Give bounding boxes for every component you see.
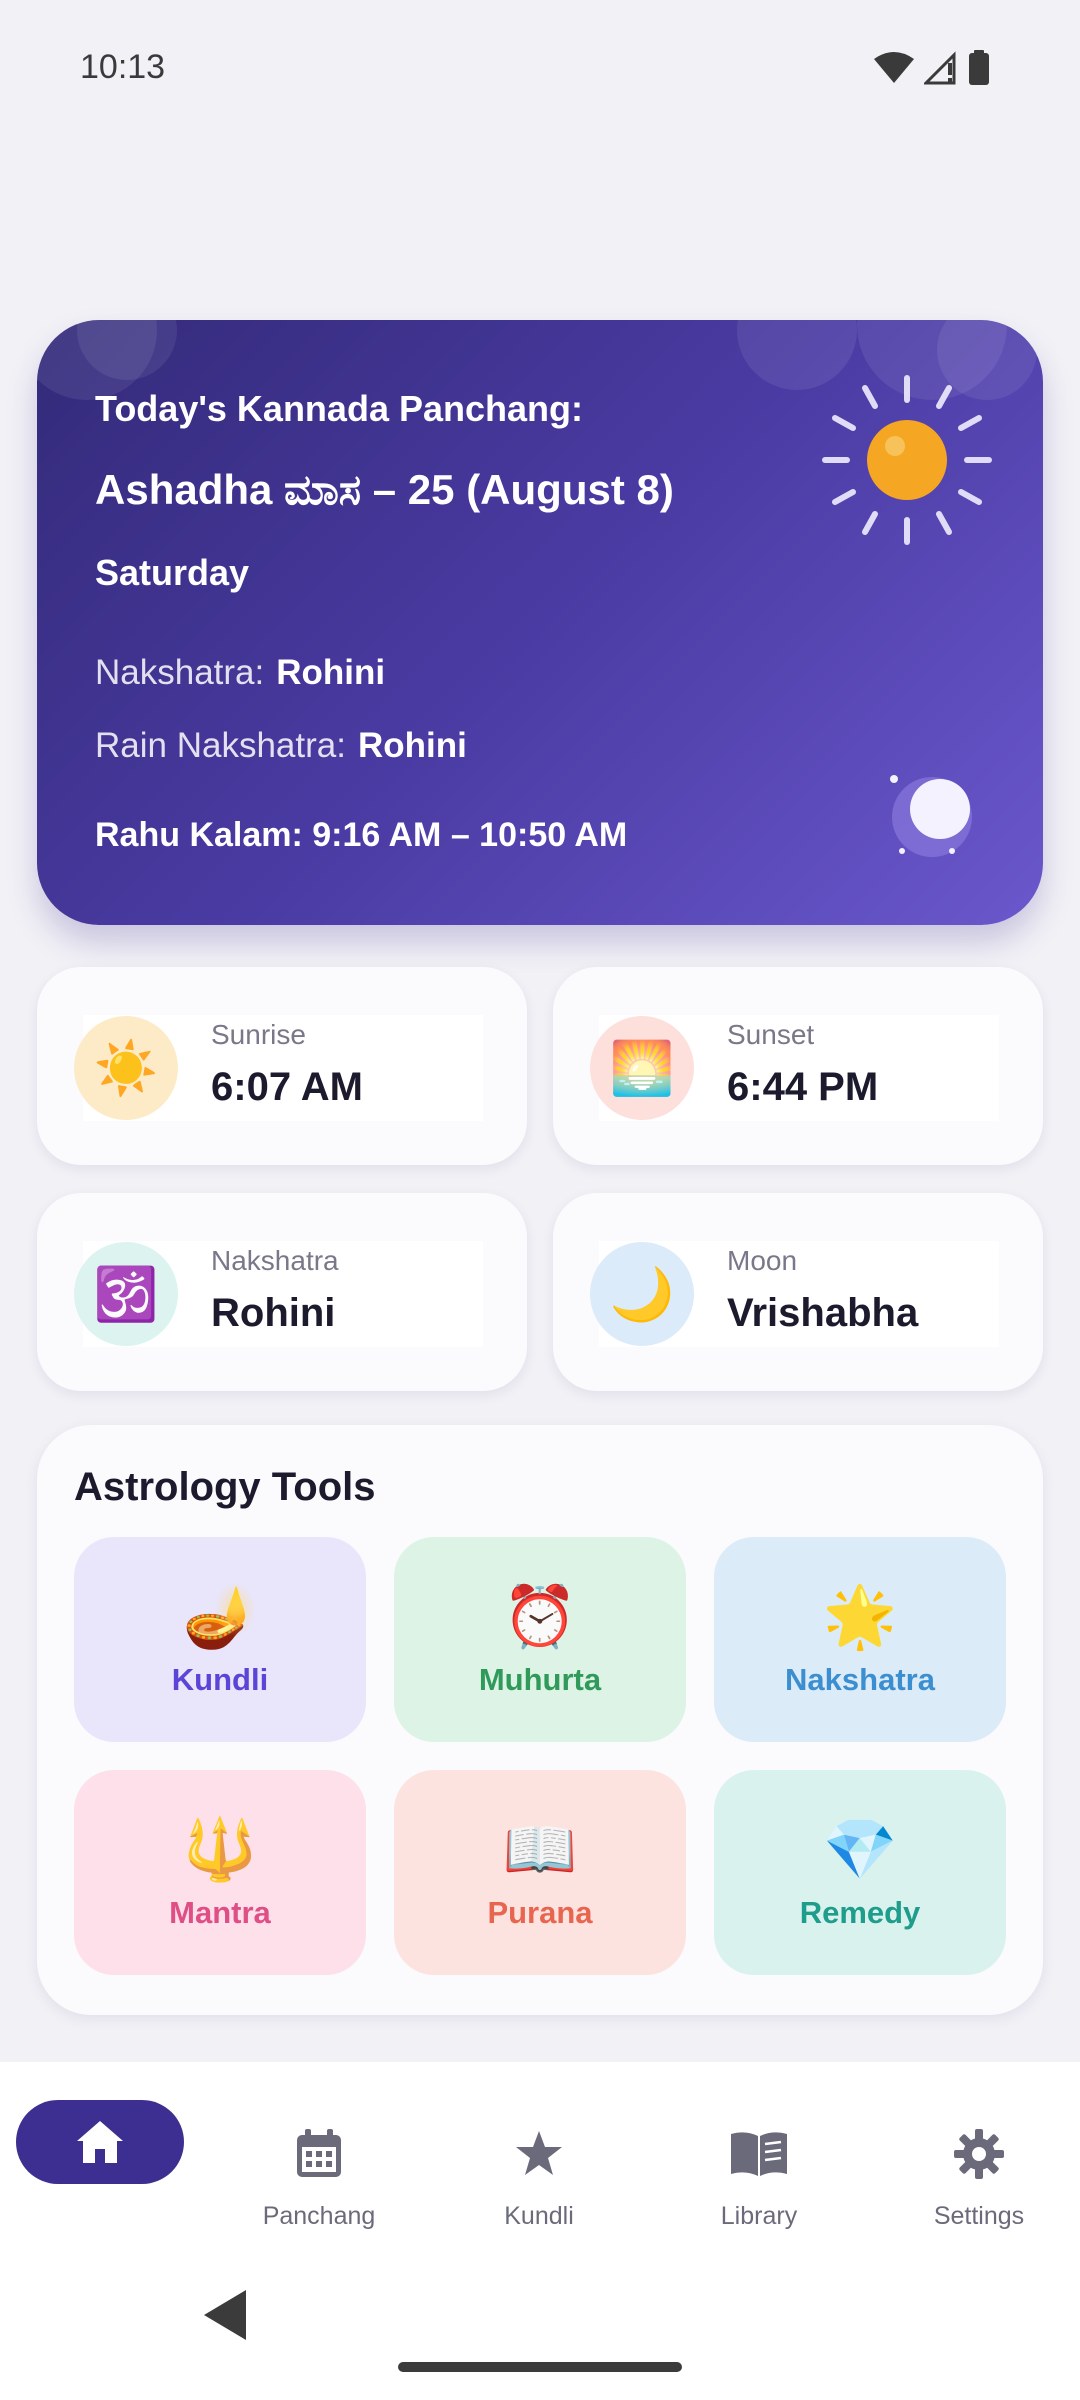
status-icons — [874, 49, 990, 86]
panchang-date-title: Ashadha ಮಾಸ – 25 (August 8) — [95, 466, 674, 513]
nakshatra-card-value: Rohini — [211, 1291, 336, 1335]
gem-icon: 💎 — [822, 1815, 898, 1883]
nav-kundli[interactable]: Kundli — [449, 2120, 629, 2260]
nav-library[interactable]: Library — [669, 2120, 849, 2260]
nakshatra-label: Nakshatra: — [95, 653, 265, 692]
nav-home[interactable] — [16, 2100, 184, 2184]
book-icon — [731, 2132, 787, 2176]
moon-value: Vrishabha — [727, 1291, 919, 1335]
tool-kundli-label: Kundli — [171, 1661, 269, 1697]
open-book-icon: 📖 — [502, 1815, 578, 1883]
nav-settings-label: Settings — [933, 2202, 1025, 2230]
sun-icon: ☀️ — [74, 1016, 178, 1120]
rain-nakshatra-label: Rain Nakshatra: — [95, 726, 346, 765]
sun-illustration-icon — [822, 375, 992, 545]
moon-illustration-icon — [890, 775, 972, 857]
crescent-moon-icon: 🌙 — [590, 1242, 694, 1346]
nakshatra-card[interactable]: 🕉️ Nakshatra Rohini — [37, 1193, 527, 1391]
tool-nakshatra[interactable]: 🌟 Nakshatra — [714, 1537, 1006, 1742]
calendar-icon — [297, 2129, 341, 2177]
astrology-tools-card: Astrology Tools 🪔 Kundli ⏰ Muhurta 🌟 Nak… — [37, 1425, 1043, 2015]
tool-kundli[interactable]: 🪔 Kundli — [74, 1537, 366, 1742]
nav-settings[interactable]: Settings — [889, 2120, 1069, 2260]
tool-purana[interactable]: 📖 Purana — [394, 1770, 686, 1975]
sunrise-label: Sunrise — [211, 1019, 306, 1050]
nakshatra-value: Rohini — [276, 653, 386, 692]
nav-library-label: Library — [720, 2202, 798, 2230]
status-time: 10:13 — [80, 48, 166, 86]
alarm-clock-icon: ⏰ — [502, 1582, 578, 1650]
sunrise-card[interactable]: ☀️ Sunrise 6:07 AM — [37, 967, 527, 1165]
status-bar: 10:13 — [0, 0, 1080, 135]
tool-purana-label: Purana — [487, 1894, 593, 1930]
bottom-navigation: Panchang Kundli Library Settings — [0, 2062, 1080, 2400]
rahu-kalam: Rahu Kalam: 9:16 AM – 10:50 AM — [95, 816, 628, 854]
nav-kundli-label: Kundli — [504, 2202, 574, 2230]
sunrise-value: 6:07 AM — [211, 1065, 363, 1109]
nav-panchang-label: Panchang — [262, 2202, 376, 2230]
battery-icon — [969, 49, 989, 85]
weekday: Saturday — [95, 552, 250, 593]
trident-icon: 🔱 — [182, 1815, 258, 1883]
tool-mantra-label: Mantra — [169, 1894, 271, 1930]
sunset-icon: 🌅 — [590, 1016, 694, 1120]
panchang-hero-card[interactable]: Today's Kannada Panchang: Ashadha ಮಾಸ – … — [37, 320, 1043, 925]
astrology-tools-title: Astrology Tools — [74, 1465, 376, 1509]
panchang-heading: Today's Kannada Panchang: — [95, 388, 583, 429]
om-icon: 🕉️ — [74, 1242, 178, 1346]
sunset-label: Sunset — [727, 1019, 815, 1050]
cell-signal-icon — [924, 50, 956, 84]
sunset-card[interactable]: 🌅 Sunset 6:44 PM — [553, 967, 1043, 1165]
tool-nakshatra-label: Nakshatra — [785, 1661, 935, 1697]
system-home-bar[interactable] — [398, 2362, 682, 2372]
gear-icon — [954, 2129, 1004, 2179]
system-back-icon[interactable] — [200, 2288, 250, 2342]
tool-muhurta-label: Muhurta — [478, 1661, 602, 1697]
nakshatra-row: Nakshatra: Rohini — [95, 653, 385, 693]
tool-muhurta[interactable]: ⏰ Muhurta — [394, 1537, 686, 1742]
rain-nakshatra-value: Rohini — [357, 726, 467, 765]
home-icon — [77, 2121, 123, 2163]
glowing-star-icon: 🌟 — [822, 1582, 898, 1650]
nakshatra-card-label: Nakshatra — [211, 1245, 339, 1276]
sunset-value: 6:44 PM — [727, 1065, 879, 1109]
star-icon — [516, 2131, 562, 2175]
rain-nakshatra-row: Rain Nakshatra: Rohini — [95, 726, 467, 766]
moon-label: Moon — [727, 1245, 798, 1276]
tool-remedy-label: Remedy — [799, 1894, 921, 1930]
tool-remedy[interactable]: 💎 Remedy — [714, 1770, 1006, 1975]
diya-lamp-icon: 🪔 — [182, 1582, 258, 1650]
moon-card[interactable]: 🌙 Moon Vrishabha — [553, 1193, 1043, 1391]
wifi-icon — [874, 51, 914, 83]
nav-panchang[interactable]: Panchang — [229, 2120, 409, 2260]
tool-mantra[interactable]: 🔱 Mantra — [74, 1770, 366, 1975]
